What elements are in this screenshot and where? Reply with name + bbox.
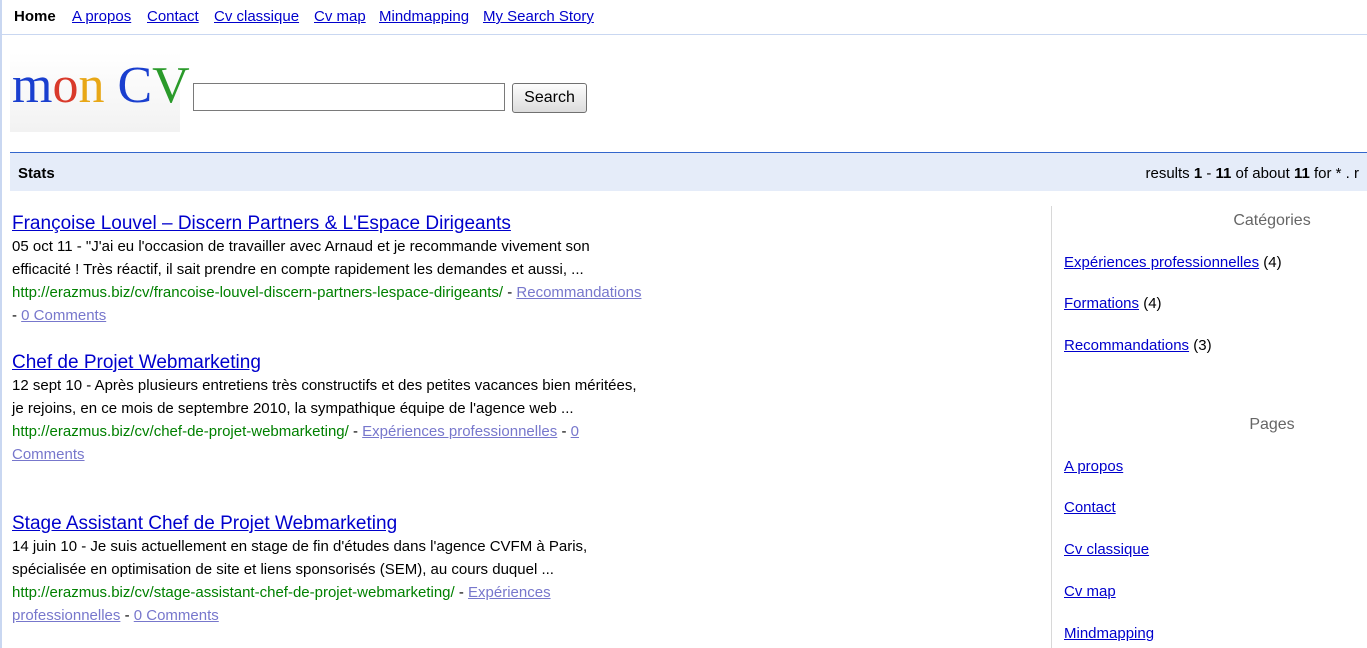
result-comments-link[interactable]: 0 Comments xyxy=(21,307,106,324)
nav-link-contact[interactable]: Contact xyxy=(147,8,199,25)
category-link[interactable]: Recommandations xyxy=(1064,337,1189,354)
sidebar-divider xyxy=(1051,206,1052,648)
search-input[interactable] xyxy=(193,83,505,111)
nav-link-cv-map[interactable]: Cv map xyxy=(314,8,366,25)
result-title[interactable]: Chef de Projet Webmarketing xyxy=(12,352,642,374)
result-snippet: 05 oct 11 - "J'ai eu l'occasion de trava… xyxy=(12,238,590,278)
nav-home[interactable]: Home xyxy=(14,8,56,25)
search-button[interactable]: Search xyxy=(512,83,587,113)
result-item: Stage Assistant Chef de Projet Webmarket… xyxy=(12,513,642,627)
site-logo[interactable]: mon CV xyxy=(12,56,190,116)
sidebar-page-cv-classique[interactable]: Cv classique xyxy=(1064,541,1149,558)
sidebar-page-a-propos[interactable]: A propos xyxy=(1064,458,1123,475)
sidebar-page-mindmapping[interactable]: Mindmapping xyxy=(1064,625,1154,642)
sidebar-category-formations: Formations (4) xyxy=(1064,295,1162,312)
nav-link-mindmapping[interactable]: Mindmapping xyxy=(379,8,469,25)
sidebar-category-experiences: Expériences professionnelles (4) xyxy=(1064,254,1282,271)
nav-link-my-search-story[interactable]: My Search Story xyxy=(483,8,594,25)
sidebar-category-recommandations: Recommandations (3) xyxy=(1064,337,1212,354)
category-link[interactable]: Formations xyxy=(1064,295,1139,312)
result-meta: http://erazmus.biz/cv/stage-assistant-ch… xyxy=(12,584,551,624)
sidebar-page-contact[interactable]: Contact xyxy=(1064,499,1116,516)
top-nav: Home A propos Contact Cv classique Cv ma… xyxy=(0,0,1367,648)
result-url[interactable]: http://erazmus.biz/cv/stage-assistant-ch… xyxy=(12,584,455,601)
result-meta: http://erazmus.biz/cv/francoise-louvel-d… xyxy=(12,284,642,324)
stats-label: Stats xyxy=(18,165,55,182)
result-snippet: 12 sept 10 - Après plusieurs entretiens … xyxy=(12,377,637,417)
result-item: Françoise Louvel – Discern Partners & L'… xyxy=(12,213,642,327)
nav-link-a-propos[interactable]: A propos xyxy=(72,8,131,25)
category-link[interactable]: Expériences professionnelles xyxy=(1064,254,1259,271)
result-category-link[interactable]: Recommandations xyxy=(516,284,641,301)
result-category-link[interactable]: Expériences professionnelles xyxy=(362,423,557,440)
result-snippet: 14 juin 10 - Je suis actuellement en sta… xyxy=(12,538,588,578)
results-count: results 1 - 11 of about 11 for * . r xyxy=(1145,165,1359,182)
result-title[interactable]: Françoise Louvel – Discern Partners & L'… xyxy=(12,213,642,235)
sidebar-page-cv-map[interactable]: Cv map xyxy=(1064,583,1116,600)
category-count: (4) xyxy=(1139,295,1162,312)
result-url[interactable]: http://erazmus.biz/cv/chef-de-projet-web… xyxy=(12,423,349,440)
result-item: Chef de Projet Webmarketing 12 sept 10 -… xyxy=(12,352,642,466)
nav-link-cv-classique[interactable]: Cv classique xyxy=(214,8,299,25)
categories-heading: Catégories xyxy=(1233,212,1311,229)
pages-heading: Pages xyxy=(1249,416,1295,433)
result-title[interactable]: Stage Assistant Chef de Projet Webmarket… xyxy=(12,513,642,535)
category-count: (3) xyxy=(1189,337,1212,354)
category-count: (4) xyxy=(1259,254,1282,271)
left-border xyxy=(0,0,2,648)
stats-bar: Stats results 1 - 11 of about 11 for * .… xyxy=(10,152,1367,191)
result-comments-link[interactable]: 0 Comments xyxy=(134,607,219,624)
result-url[interactable]: http://erazmus.biz/cv/francoise-louvel-d… xyxy=(12,284,503,301)
result-meta: http://erazmus.biz/cv/chef-de-projet-web… xyxy=(12,423,579,463)
